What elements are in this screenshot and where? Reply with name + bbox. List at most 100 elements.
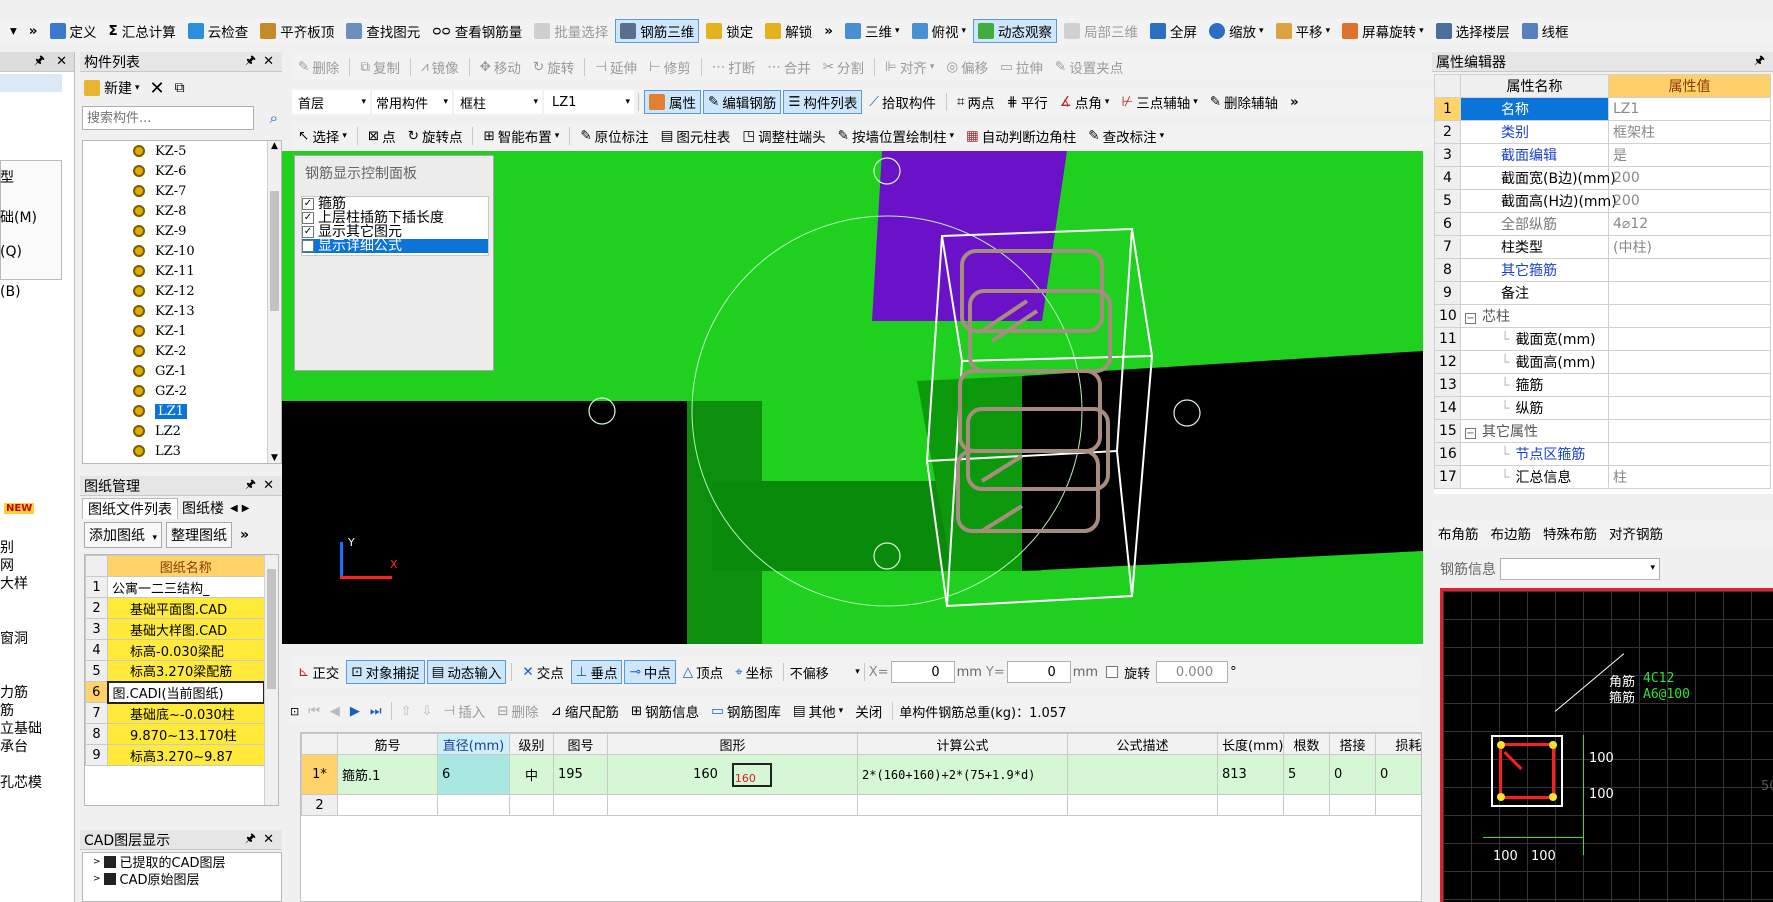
last-record-icon[interactable]: ⏭ <box>370 704 382 719</box>
collapse-icon[interactable]: − <box>1465 313 1476 324</box>
rebar-lap[interactable]: 0 <box>1329 754 1376 795</box>
property-value[interactable] <box>1608 419 1771 443</box>
section-view[interactable]: 角筋 4C12 箍筋 A6@100 100 100 100 100 50 <box>1440 588 1773 902</box>
toolbar-overflow-icon[interactable]: » <box>240 527 249 543</box>
col-header[interactable]: 计算公式 <box>857 733 1068 755</box>
pick-component-button[interactable]: ⟋ 拾取构件 <box>864 90 940 114</box>
property-value[interactable]: 4⌀12 <box>1608 212 1771 236</box>
component-item[interactable]: KZ-12 <box>133 281 281 301</box>
drawing-row[interactable]: 2 基础平面图.CAD <box>85 597 265 619</box>
other-button[interactable]: ▤ 其他 ▾ <box>788 699 848 723</box>
rebar-grade[interactable] <box>509 794 554 816</box>
unlock-button[interactable]: 解锁 <box>760 19 817 43</box>
left-strip-item[interactable]: (Q) <box>0 244 22 260</box>
component-item[interactable]: KZ-8 <box>133 201 281 221</box>
define-button[interactable]: 定义 <box>45 19 102 43</box>
property-value[interactable] <box>1608 350 1771 374</box>
checkbox[interactable] <box>302 240 314 252</box>
tab-drawing-files[interactable]: 图纸文件列表 <box>82 497 178 519</box>
copy-component-icon[interactable]: ⧉ <box>175 80 185 96</box>
component-item[interactable]: KZ-5 <box>133 141 281 161</box>
rebar-library-button[interactable]: ▭ 钢筋图库 <box>706 699 786 723</box>
three-point-axis-button[interactable]: ⊬ 三点辅轴 ▾ <box>1116 90 1202 114</box>
close-icon[interactable]: ✕ <box>56 54 67 69</box>
property-value[interactable]: LZ1 <box>1608 97 1771 121</box>
rebar-info-select[interactable]: ▾ <box>1500 558 1660 580</box>
layer-checkbox-icon[interactable] <box>103 855 116 868</box>
lock-button[interactable]: 锁定 <box>701 19 758 43</box>
property-row[interactable]: 12 └ 截面高(mm) <box>1434 350 1771 374</box>
auto-corner-column-button[interactable]: ▦ 自动判断边角柱 <box>961 124 1081 148</box>
delete-component-icon[interactable]: ✕ <box>150 78 165 99</box>
toolbar-overflow-icon[interactable]: » <box>1285 90 1304 114</box>
coordinate-button[interactable]: ⌖ 坐标 <box>730 660 778 684</box>
property-value[interactable]: 200 <box>1608 166 1771 190</box>
property-row[interactable]: 7 柱类型 (中柱) <box>1434 235 1771 259</box>
component-item[interactable]: LZ2 <box>133 421 281 441</box>
left-strip-item[interactable]: 型 <box>0 167 14 187</box>
rebar-lap[interactable] <box>1329 794 1376 816</box>
rebar-shape[interactable] <box>607 794 858 816</box>
pin-icon[interactable]: 🖈 <box>245 51 256 72</box>
rebar-count[interactable] <box>1283 794 1330 816</box>
rebar-name[interactable]: 箍筋.1 <box>337 754 438 795</box>
edit-mark-button[interactable]: ✎ 查改标注 ▾ <box>1083 124 1169 148</box>
screen-rotate-button[interactable]: 屏幕旋转 ▾ <box>1337 19 1429 43</box>
col-header[interactable]: 图号 <box>553 733 608 755</box>
component-item[interactable]: KZ-9 <box>133 221 281 241</box>
scroll-thumb[interactable] <box>270 191 279 311</box>
toolbar-overflow-icon-2[interactable]: » <box>819 19 838 43</box>
drawing-row[interactable]: 6 图.CADI(当前图纸) <box>85 680 265 704</box>
property-value[interactable] <box>1608 327 1771 351</box>
pin-icon[interactable]: 🖈 <box>1754 51 1765 72</box>
merge-button[interactable]: ⋯ 合并 <box>762 55 816 79</box>
corner-rebar-button[interactable]: 布角筋 <box>1433 521 1484 545</box>
rotate-input[interactable]: 0.000 <box>1156 661 1229 683</box>
property-row[interactable]: 1 名称 LZ1 <box>1434 97 1771 121</box>
property-row[interactable]: 13 └ 箍筋 <box>1434 373 1771 397</box>
component-item[interactable]: KZ-2 <box>133 341 281 361</box>
dropdown-caret-icon[interactable]: ▾ <box>5 19 22 43</box>
component-item[interactable]: KZ-10 <box>133 241 281 261</box>
col-header[interactable]: 公式描述 <box>1067 733 1218 755</box>
property-value[interactable] <box>1608 281 1771 305</box>
property-value[interactable]: 200 <box>1608 189 1771 213</box>
rebar-info-button[interactable]: ⊞ 钢筋信息 <box>626 699 704 723</box>
rebar-length[interactable]: 813 <box>1217 754 1284 795</box>
scroll-thumb[interactable] <box>267 569 276 689</box>
checkbox[interactable]: ✓ <box>302 212 314 224</box>
summary-calc-button[interactable]: Σ 汇总计算 <box>104 19 181 43</box>
left-strip-item[interactable]: 孔芯模 <box>0 772 42 792</box>
close-icon[interactable]: ✕ <box>263 54 274 69</box>
dynamic-observe-button[interactable]: 动态观察 <box>973 19 1058 43</box>
wireframe-button[interactable]: 线框 <box>1517 19 1574 43</box>
drawing-row[interactable]: 1 公寓一二三结构_ <box>85 576 265 598</box>
column-table-button[interactable]: ▤ 图元柱表 <box>656 124 736 148</box>
stretch-button[interactable]: ▭ 拉伸 <box>995 55 1048 79</box>
copy-button[interactable]: ⧉ 复制 <box>355 55 405 79</box>
property-row[interactable]: 3 截面编辑是 <box>1434 143 1771 167</box>
move-down-icon[interactable]: ⇩ <box>422 704 433 719</box>
delete-button[interactable]: ✎ 删除 <box>293 55 344 79</box>
property-row[interactable]: 2 类别 框架柱 <box>1434 120 1771 144</box>
vertex-button[interactable]: △ 顶点 <box>678 660 728 684</box>
property-value[interactable]: (中柱) <box>1608 235 1771 259</box>
pin-icon[interactable]: 🖈 <box>34 52 45 72</box>
component-item[interactable]: LZ3 <box>133 441 281 461</box>
rebar-3d-button[interactable]: 钢筋三维 <box>615 19 700 43</box>
col-drawing-name[interactable]: 图纸名称 <box>107 555 265 577</box>
property-value[interactable] <box>1608 304 1771 328</box>
search-icon[interactable]: ⌕ <box>270 109 278 127</box>
component-select[interactable]: LZ1 ▾ <box>544 90 634 114</box>
col-header[interactable]: 根数 <box>1283 733 1330 755</box>
component-list-button[interactable]: ☰ 构件列表 <box>783 90 863 114</box>
x-coord-input[interactable]: 0 <box>890 661 955 683</box>
rebar-diameter[interactable]: 6 <box>437 754 510 795</box>
drawing-row[interactable]: 4 标高-0.030梁配 <box>85 639 265 661</box>
rebar-shape[interactable]: 160 160 <box>607 754 858 795</box>
component-item[interactable]: KZ-6 <box>133 161 281 181</box>
component-item[interactable]: GZ-2 <box>133 381 281 401</box>
delete-axis-button[interactable]: ✎ 删除辅轴 <box>1205 90 1283 114</box>
rebar-formula[interactable] <box>857 794 1068 816</box>
type-select[interactable]: 框柱 ▾ <box>454 90 542 114</box>
